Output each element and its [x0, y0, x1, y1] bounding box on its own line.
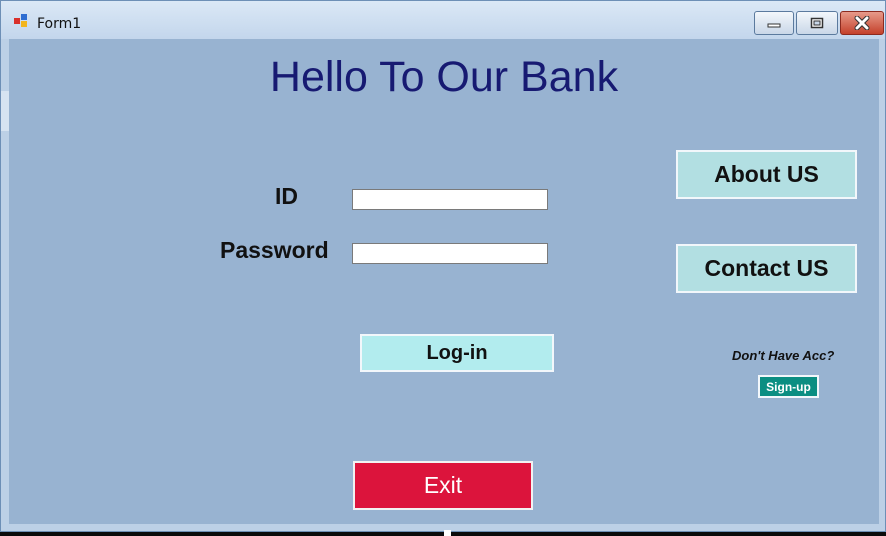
about-us-button[interactable]: About US: [676, 150, 857, 199]
page-title: Hello To Our Bank: [269, 53, 619, 101]
no-account-label: Don't Have Acc?: [732, 348, 835, 363]
id-input[interactable]: [352, 189, 548, 210]
app-window: Form1 Hello To Our Bank ID Password Log-…: [0, 0, 886, 532]
contact-us-button[interactable]: Contact US: [676, 244, 857, 293]
close-button[interactable]: [840, 11, 884, 35]
password-label: Password: [220, 237, 329, 263]
window-title: Form1: [37, 16, 82, 32]
exit-button[interactable]: Exit: [353, 461, 533, 510]
signup-button[interactable]: Sign-up: [758, 375, 819, 398]
winforms-app-icon: [14, 14, 30, 30]
minimize-icon: [767, 23, 781, 28]
close-icon: [854, 16, 870, 30]
form-client-area: Hello To Our Bank ID Password Log-in Abo…: [9, 39, 879, 524]
resize-grip: [444, 530, 451, 536]
id-label: ID: [275, 183, 298, 209]
password-input[interactable]: [352, 243, 548, 264]
maximize-button[interactable]: [796, 11, 838, 35]
minimize-button[interactable]: [754, 11, 794, 35]
left-edge-mark: [1, 91, 9, 131]
maximize-icon: [810, 17, 824, 29]
title-bar[interactable]: Form1: [1, 1, 885, 39]
login-button[interactable]: Log-in: [360, 334, 554, 372]
